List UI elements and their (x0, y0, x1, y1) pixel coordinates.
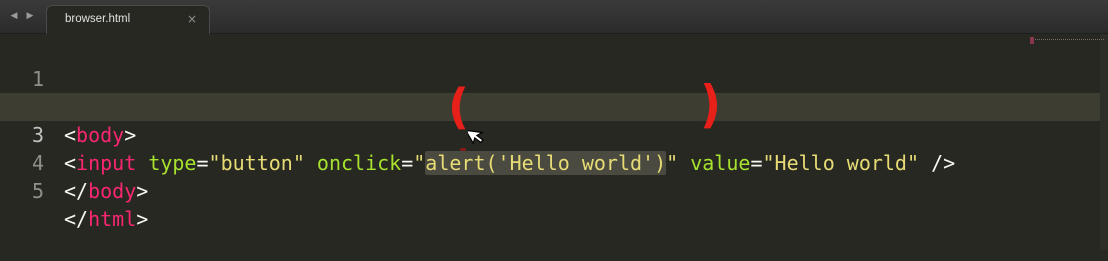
code-line-5[interactable]: 5 </html> (0, 149, 1100, 231)
code-line-3-active[interactable]: 3 <input type="button" onclick="alert('H… (0, 93, 1100, 175)
code-line-1[interactable]: 1 <html> (0, 37, 1100, 119)
chevron-left-icon[interactable]: ◀ (8, 10, 20, 22)
token-punctuation: </ (64, 207, 89, 231)
token-punctuation: > (136, 179, 149, 203)
token-punctuation: > (136, 207, 149, 231)
annotation-close-paren: ) (700, 74, 722, 134)
code-line-4[interactable]: 4 </body> (0, 121, 1100, 203)
code-text: </body> (64, 177, 148, 205)
tab-bar: ◀ ▶ browser.html × (0, 0, 1108, 34)
token-punctuation: </ (64, 179, 89, 203)
tab-browser-html[interactable]: browser.html × (46, 5, 210, 34)
line-number: 5 (31, 179, 44, 203)
code-editor[interactable]: 1 <html> 2 <body> 3 <input type="button"… (0, 34, 1100, 250)
code-line-2[interactable]: 2 <body> (0, 65, 1100, 147)
annotation-ink-mark (460, 148, 466, 151)
token-tag: html (88, 207, 137, 231)
close-icon[interactable]: × (187, 12, 197, 26)
code-text: </html> (64, 205, 148, 233)
token-tag: body (88, 179, 137, 203)
tab-label: browser.html (65, 13, 131, 25)
annotation-open-paren: ( (448, 77, 470, 135)
minimap-area[interactable] (1100, 34, 1108, 250)
chevron-right-icon[interactable]: ▶ (24, 10, 36, 22)
mouse-cursor-icon (468, 129, 484, 145)
